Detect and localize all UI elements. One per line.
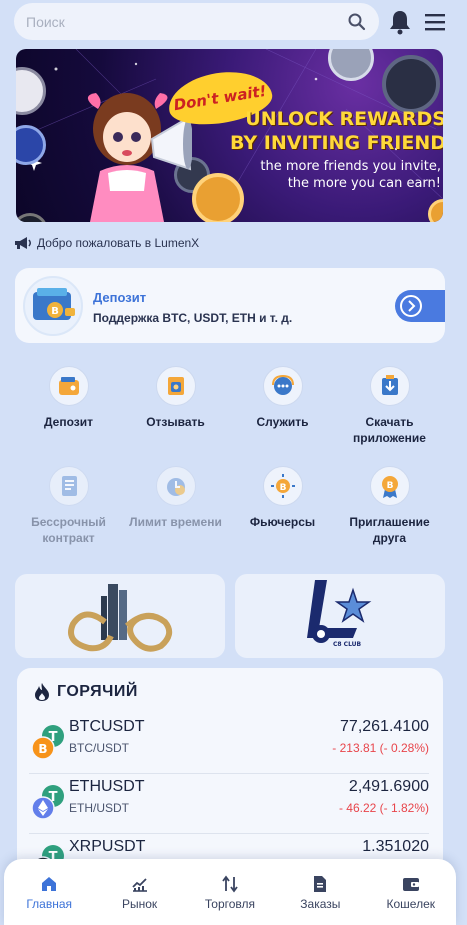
hot-header: ГОРЯЧИЙ [33, 682, 138, 702]
svg-text:B: B [386, 481, 393, 491]
quick-action-label: Фьючерсы [249, 515, 316, 529]
svg-text:B: B [51, 306, 59, 317]
deposit-card[interactable]: B Депозит Поддержка BTC, USDT, ETH и т. … [15, 268, 445, 343]
nav-orders[interactable]: Заказы [280, 875, 360, 925]
pair-symbol: ETHUSDT [69, 778, 145, 795]
withdraw-icon [155, 366, 196, 406]
banner-headline-line-1: UNLOCK REWARDS [245, 108, 443, 130]
nav-label: Кошелек [386, 897, 436, 911]
banner-headline: UNLOCK REWARDS BY INVITING FRIEND [226, 107, 443, 155]
c8-tile[interactable] [15, 574, 225, 658]
support-chat-icon [262, 366, 303, 406]
banner-subline: the more friends you invite, the more yo… [221, 158, 441, 192]
pair-price: 1.351020 [362, 838, 429, 855]
pair-symbol: XRPUSDT [69, 838, 146, 855]
home-icon [42, 877, 57, 891]
deposit-card-logo: B [23, 276, 83, 336]
nav-label: Рынок [121, 897, 158, 911]
wallet-icon [402, 878, 419, 891]
nav-label: Главная [26, 897, 73, 911]
download-icon [369, 366, 410, 406]
deposit-card-title: Депозит [93, 290, 147, 305]
quick-action-futures[interactable]: B Фьючерсы [230, 466, 335, 530]
invite-badge-icon: B [369, 466, 410, 506]
welcome-announcement: Добро пожаловать в LumenX [14, 236, 199, 250]
pair-change: - 213.81 (- 0.28%) [332, 741, 429, 755]
futures-icon: B [262, 466, 303, 506]
banner-headline-line-2: BY INVITING FRIEND [229, 132, 443, 154]
quick-action-label: Приглашение друга [349, 515, 430, 545]
market-row-ethusdt[interactable]: T ETHUSDT ETH/USDT 2,491.6900 - 46.22 (-… [29, 774, 429, 834]
svg-text:C8 CLUB: C8 CLUB [333, 641, 362, 648]
ethereum-coin [382, 55, 440, 113]
chevron-right-circle-icon [400, 295, 422, 317]
wallet-icon [48, 366, 89, 406]
btc-usdt-pair-icon: T B [31, 725, 64, 760]
quick-action-download-app[interactable]: Скачать приложение [337, 366, 442, 446]
pair-price: 77,261.4100 [340, 718, 429, 735]
market-chart-icon [131, 878, 147, 892]
quick-action-label: Скачать приложение [353, 415, 426, 445]
menu-icon[interactable] [424, 11, 446, 33]
nav-label: Торговля [204, 897, 256, 911]
welcome-text: Добро пожаловать в LumenX [37, 236, 200, 250]
quick-action-time-limit[interactable]: Лимит времени [123, 466, 228, 530]
quick-action-label: Бессрочный контракт [31, 515, 106, 545]
quick-action-invite-friend[interactable]: B Приглашение друга [337, 466, 442, 546]
quick-action-label: Депозит [43, 415, 93, 429]
quick-action-label: Отзывать [146, 415, 205, 429]
search-input[interactable] [26, 13, 347, 30]
banner-subline-line-2: the more you can earn! [287, 176, 441, 191]
quick-action-support[interactable]: Служить [230, 366, 335, 430]
quick-action-label: Лимит времени [129, 515, 222, 529]
hot-title: ГОРЯЧИЙ [57, 683, 138, 700]
market-row-btcusdt[interactable]: T B BTCUSDT BTC/USDT 77,261.4100 - 213.8… [29, 714, 429, 774]
contract-icon [48, 466, 89, 506]
deposit-card-description: Поддержка BTC, USDT, ETH и т. д. [93, 311, 293, 325]
pair-change: - 46.22 (- 1.82%) [338, 801, 429, 815]
nav-home[interactable]: Главная [9, 875, 89, 925]
svg-text:B: B [279, 483, 286, 493]
banner-subline-line-1: the more friends you invite, [260, 159, 441, 174]
flame-icon [35, 683, 49, 701]
pair-subtitle: ETH/USDT [69, 801, 129, 815]
quick-action-withdraw[interactable]: Отзывать [123, 366, 228, 430]
eth-usdt-pair-icon: T [31, 785, 64, 820]
megaphone-icon [15, 237, 31, 249]
orders-doc-icon [314, 876, 327, 892]
c8-club-logo: C8 CLUB [307, 580, 372, 648]
top-bar [14, 3, 454, 41]
trade-arrows-icon [222, 875, 238, 893]
quick-action-deposit[interactable]: Депозит [16, 366, 121, 430]
nav-wallet[interactable]: Кошелек [371, 875, 451, 925]
svg-text:B: B [38, 742, 47, 756]
search-icon[interactable] [347, 12, 367, 32]
nav-label: Заказы [300, 897, 341, 911]
bell-icon[interactable] [388, 9, 412, 35]
quick-action-perpetual-contract[interactable]: Бессрочный контракт [16, 466, 121, 546]
quick-action-label: Служить [256, 415, 309, 429]
pair-price: 2,491.6900 [348, 778, 429, 795]
c8-club-tile[interactable]: C8 CLUB [235, 574, 445, 658]
search-bar[interactable] [14, 3, 379, 40]
pair-subtitle: BTC/USDT [69, 741, 129, 755]
c8-logo [68, 584, 173, 652]
nav-trade[interactable]: Торговля [190, 875, 270, 925]
nav-market[interactable]: Рынок [100, 875, 180, 925]
promo-banner[interactable]: Don't wait! UNLOCK REWARDS BY INVITING F… [16, 49, 443, 222]
deposit-go-button[interactable] [395, 290, 445, 322]
bottom-navigation: Главная Рынок Торговля Заказы Кошелек [4, 859, 456, 925]
timer-icon [155, 466, 196, 506]
pair-symbol: BTCUSDT [69, 718, 145, 735]
wallet-coin-icon: B [33, 288, 75, 320]
